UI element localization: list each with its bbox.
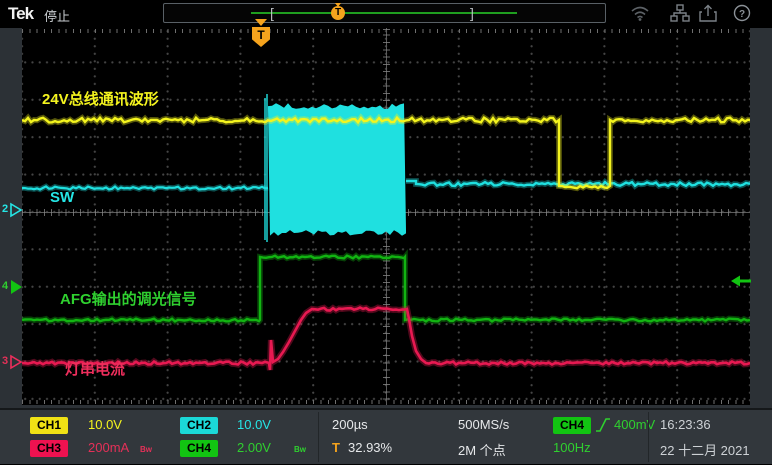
ch4-scale[interactable]: 2.00V	[237, 440, 271, 455]
record-view-bar[interactable]: [ ] T	[163, 3, 606, 23]
help-icon[interactable]: ?	[732, 4, 752, 22]
annotation-ch2-sw: SW	[50, 189, 74, 206]
tek-logo: Tek	[8, 4, 33, 24]
ch2-scale[interactable]: 10.0V	[237, 417, 271, 432]
annotation-ch1-bus: 24V总线通讯波形	[42, 88, 159, 109]
trigger-level-value[interactable]: 400mV	[614, 417, 655, 432]
record-length: 2M 个点	[458, 440, 506, 459]
trigger-position-percent[interactable]: 32.93%	[348, 440, 392, 455]
waveform-display[interactable]: 24V总线通讯波形 SW AFG输出的调光信号 灯串电流	[22, 28, 750, 405]
rising-edge-icon	[595, 417, 611, 433]
ch1-scale[interactable]: 10.0V	[88, 417, 122, 432]
channel2-marker-digit: 2	[2, 203, 8, 215]
window-bracket-right[interactable]: ]	[470, 4, 474, 22]
channel3-marker-digit: 3	[2, 355, 8, 367]
sample-rate: 500MS/s	[458, 417, 509, 432]
ch4-badge[interactable]: CH4	[180, 440, 218, 457]
oscilloscope-screen: Tek 停止 [ ] T ?	[0, 0, 772, 465]
channel4-marker-digit: 4	[2, 280, 8, 292]
wifi-icon[interactable]	[630, 4, 650, 22]
top-bar: Tek 停止 [ ] T ?	[0, 0, 772, 28]
status-bar: CH1 10.0V CH2 10.0V CH3 200mA Bw CH4 2.0…	[0, 408, 772, 464]
left-margin	[0, 28, 22, 462]
record-waveform-line	[251, 12, 517, 14]
right-margin	[750, 28, 772, 462]
trigger-flag-body: T	[252, 27, 270, 47]
network-icon[interactable]	[670, 4, 690, 22]
ch2-badge[interactable]: CH2	[180, 417, 218, 434]
clock-date: 22 十二月 2021	[660, 440, 750, 459]
ch3-scale[interactable]: 200mA	[88, 440, 129, 455]
channel3-reference-marker[interactable]: 3	[2, 354, 24, 370]
clock-time: 16:23:36	[660, 417, 711, 432]
export-icon[interactable]	[698, 4, 718, 22]
channel2-reference-marker[interactable]: 2	[2, 202, 24, 218]
trigger-letter: T	[332, 440, 340, 455]
trigger-source-badge[interactable]: CH4	[553, 417, 591, 434]
trigger-level-arrow[interactable]	[730, 274, 752, 288]
trigger-flag-tip	[255, 19, 267, 26]
ch1-badge[interactable]: CH1	[30, 417, 68, 434]
acquisition-status: 停止	[44, 6, 70, 25]
record-trigger-marker[interactable]: T	[331, 6, 345, 20]
ch3-badge[interactable]: CH3	[30, 440, 68, 457]
ch3-bandwidth-icon: Bw	[140, 445, 152, 454]
trigger-frequency: 100Hz	[553, 440, 591, 455]
waveform-traces	[22, 28, 750, 405]
channel4-reference-marker[interactable]: 4	[2, 279, 24, 295]
trigger-position-flag[interactable]: T	[252, 19, 270, 47]
svg-text:?: ?	[739, 9, 745, 20]
window-bracket-left[interactable]: [	[270, 4, 274, 22]
annotation-ch4-afg: AFG输出的调光信号	[60, 288, 197, 309]
timebase-scale[interactable]: 200µs	[332, 417, 368, 432]
annotation-ch3-current: 灯串电流	[65, 358, 125, 379]
statusbar-divider-1	[318, 412, 319, 462]
ch4-bandwidth-icon: Bw	[294, 445, 306, 454]
statusbar-divider-2	[648, 412, 649, 462]
